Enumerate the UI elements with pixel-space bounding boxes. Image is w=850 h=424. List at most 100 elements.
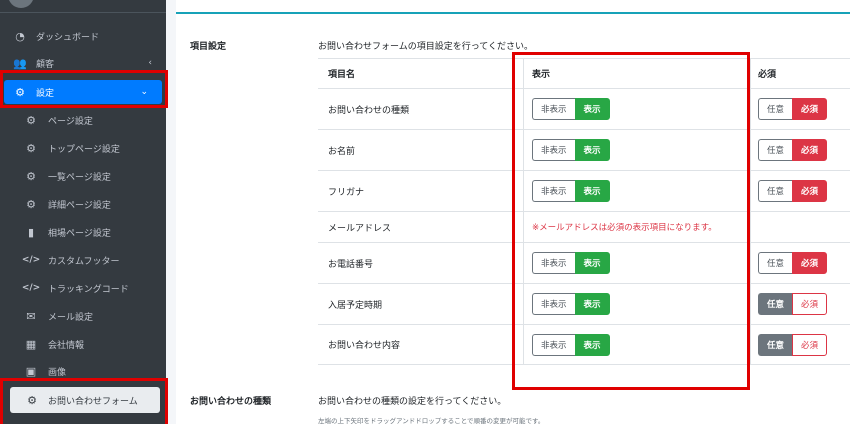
building-icon: ▦ — [25, 337, 37, 351]
users-icon: 👥 — [13, 56, 27, 70]
column-divider — [523, 59, 524, 88]
required-toggle: 任意 必須 — [758, 252, 828, 274]
sidebar-item-market-page-settings[interactable]: ▮ 相場ページ設定 — [0, 219, 166, 245]
app-root: ◔ ダッシュボード 👥 顧客 ‹ ⚙ 設定 ⌄ ⚙ ページ設定 ⚙ トップページ… — [0, 0, 850, 424]
hide-button[interactable]: 非表示 — [532, 180, 575, 202]
table-row: メールアドレス ※メールアドレスは必須の表示項目になります。 — [318, 211, 850, 242]
header-item-name: 項目名 — [328, 70, 356, 80]
item-name: お電話番号 — [328, 259, 374, 270]
display-toggle: 非表示 表示 — [532, 180, 610, 202]
image-icon: ▣ — [25, 364, 37, 378]
chevron-left-icon: ‹ — [148, 58, 152, 68]
sidebar-item-custom-footer[interactable]: </> カスタムフッター — [0, 247, 166, 273]
item-name: お問い合わせ内容 — [328, 341, 401, 351]
code-icon: </> — [21, 283, 41, 293]
optional-button[interactable]: 任意 — [758, 333, 793, 356]
code-icon: </> — [21, 255, 41, 265]
required-button[interactable]: 必須 — [792, 293, 828, 315]
sidebar-item-top-page-settings[interactable]: ⚙ トップページ設定 — [0, 135, 166, 161]
header-required: 必須 — [758, 70, 777, 80]
optional-button[interactable]: 任意 — [758, 180, 793, 202]
sidebar-item-detail-page-settings[interactable]: ⚙ 詳細ページ設定 — [0, 191, 166, 217]
column-divider — [750, 171, 751, 211]
column-divider — [750, 284, 751, 324]
cog-icon: ⚙ — [26, 197, 36, 211]
show-button[interactable]: 表示 — [574, 252, 610, 274]
email-required-note: ※メールアドレスは必須の表示項目になります。 — [532, 223, 717, 233]
chevron-down-icon: ⌄ — [140, 87, 148, 97]
show-button[interactable]: 表示 — [574, 98, 610, 120]
sidebar-item-label: 設定 — [36, 88, 55, 99]
sidebar-item-images[interactable]: ▣ 画像 — [0, 358, 166, 384]
required-button[interactable]: 必須 — [792, 180, 828, 202]
hide-button[interactable]: 非表示 — [532, 293, 575, 315]
optional-button[interactable]: 任意 — [758, 139, 793, 161]
cog-icon: ⚙ — [26, 113, 36, 127]
user-avatar[interactable] — [8, 0, 34, 8]
display-toggle: 非表示 表示 — [532, 139, 610, 161]
optional-button[interactable]: 任意 — [758, 293, 793, 315]
header-display: 表示 — [532, 70, 551, 80]
card-top-border — [176, 12, 850, 14]
required-toggle: 任意 必須 — [758, 98, 828, 120]
required-button[interactable]: 必須 — [792, 98, 828, 120]
sidebar-item-label: 一覧ページ設定 — [48, 172, 111, 183]
sidebar-item-list-page-settings[interactable]: ⚙ 一覧ページ設定 — [0, 163, 166, 189]
section-label-inquiry-types: お問い合わせの種類 — [190, 397, 272, 407]
required-button[interactable]: 必須 — [792, 139, 828, 161]
item-name: お問い合わせの種類 — [328, 105, 410, 116]
sidebar-item-mail-settings[interactable]: ✉ メール設定 — [0, 303, 166, 329]
optional-button[interactable]: 任意 — [758, 252, 793, 274]
sidebar-item-tracking-code[interactable]: </> トラッキングコード — [0, 275, 166, 301]
sidebar-item-company-info[interactable]: ▦ 会社情報 — [0, 331, 166, 357]
show-button[interactable]: 表示 — [574, 139, 610, 161]
bar-chart-icon: ▮ — [27, 225, 35, 239]
column-divider — [750, 325, 751, 364]
sidebar-item-label: トップページ設定 — [48, 144, 120, 155]
item-name: お名前 — [328, 146, 356, 157]
required-toggle: 任意 必須 — [758, 139, 828, 161]
optional-button[interactable]: 任意 — [758, 98, 793, 120]
sidebar-item-contact-form[interactable]: ⚙ お問い合わせフォーム — [10, 387, 160, 413]
required-button[interactable]: 必須 — [792, 333, 828, 356]
section-description: お問い合わせの種類の設定を行ってください。 — [318, 397, 507, 407]
table-row: フリガナ 非表示 表示 任意 必須 — [318, 170, 850, 211]
required-button[interactable]: 必須 — [792, 252, 828, 274]
sidebar-item-label: 画像 — [48, 367, 67, 378]
hide-button[interactable]: 非表示 — [532, 139, 575, 161]
cogs-icon: ⚙ — [15, 85, 25, 99]
sidebar-item-label: メール設定 — [48, 312, 94, 323]
column-divider — [523, 212, 524, 242]
show-button[interactable]: 表示 — [574, 333, 610, 356]
table-row: お名前 非表示 表示 任意 必須 — [318, 129, 850, 170]
dashboard-icon: ◔ — [15, 29, 25, 43]
column-divider — [523, 284, 524, 324]
column-divider — [750, 59, 751, 88]
hide-button[interactable]: 非表示 — [532, 98, 575, 120]
table-row: 入居予定時期 非表示 表示 任意 必須 — [318, 283, 850, 324]
hide-button[interactable]: 非表示 — [532, 333, 575, 356]
hide-button[interactable]: 非表示 — [532, 252, 575, 274]
display-toggle: 非表示 表示 — [532, 98, 610, 120]
sidebar-item-label: トラッキングコード — [48, 284, 129, 295]
sidebar-item-settings[interactable]: ⚙ 設定 ⌄ — [4, 80, 162, 104]
envelope-icon: ✉ — [26, 309, 36, 323]
column-divider — [523, 89, 524, 129]
item-name: 入居予定時期 — [328, 300, 383, 311]
sidebar-item-label: 顧客 — [36, 59, 55, 70]
show-button[interactable]: 表示 — [574, 293, 610, 315]
required-toggle: 任意 必須 — [758, 180, 828, 202]
cog-icon: ⚙ — [27, 393, 37, 407]
sidebar-item-label: 詳細ページ設定 — [48, 200, 111, 211]
sidebar-item-label: ダッシュボード — [36, 32, 100, 43]
column-divider — [523, 130, 524, 170]
table-row: お電話番号 非表示 表示 任意 必須 — [318, 242, 850, 283]
sidebar-item-page-settings[interactable]: ⚙ ページ設定 — [0, 107, 166, 133]
show-button[interactable]: 表示 — [574, 180, 610, 202]
section-label-item-settings: 項目設定 — [190, 42, 227, 52]
sidebar-item-customers[interactable]: 👥 顧客 ‹ — [0, 50, 166, 76]
required-toggle: 任意 必須 — [758, 293, 828, 315]
display-toggle: 非表示 表示 — [532, 252, 610, 274]
cog-icon: ⚙ — [26, 169, 36, 183]
sidebar-item-dashboard[interactable]: ◔ ダッシュボード — [0, 23, 166, 49]
